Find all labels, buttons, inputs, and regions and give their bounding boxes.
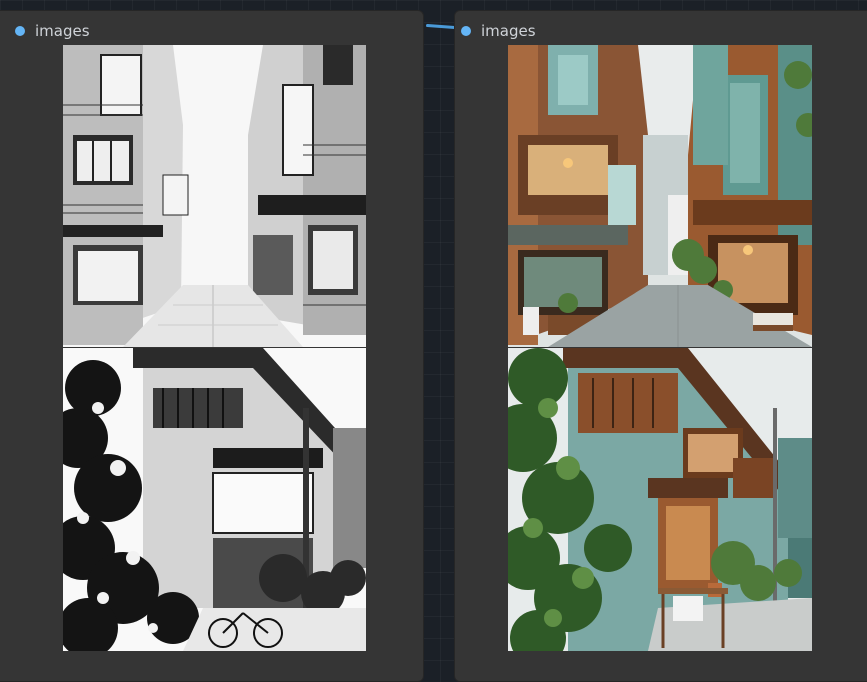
photo-street-1-drawing [508, 45, 812, 347]
preview-node-sketch[interactable]: images [0, 10, 424, 682]
sketch-street-2-drawing [63, 348, 366, 651]
image-sketch-street-2[interactable] [63, 348, 366, 651]
image-sketch-street-1[interactable] [63, 45, 366, 347]
node-title: images [481, 22, 536, 40]
sketch-street-1-drawing [63, 45, 366, 347]
input-port-dot-icon[interactable] [461, 26, 471, 36]
image-photo-street-2[interactable] [508, 348, 812, 651]
image-photo-street-1[interactable] [508, 45, 812, 347]
output-port-dot-icon[interactable] [15, 26, 25, 36]
node-title: images [35, 22, 90, 40]
photo-street-2-drawing [508, 348, 812, 651]
preview-node-photo[interactable]: images [454, 10, 867, 682]
link-wire-right[interactable] [425, 23, 457, 30]
